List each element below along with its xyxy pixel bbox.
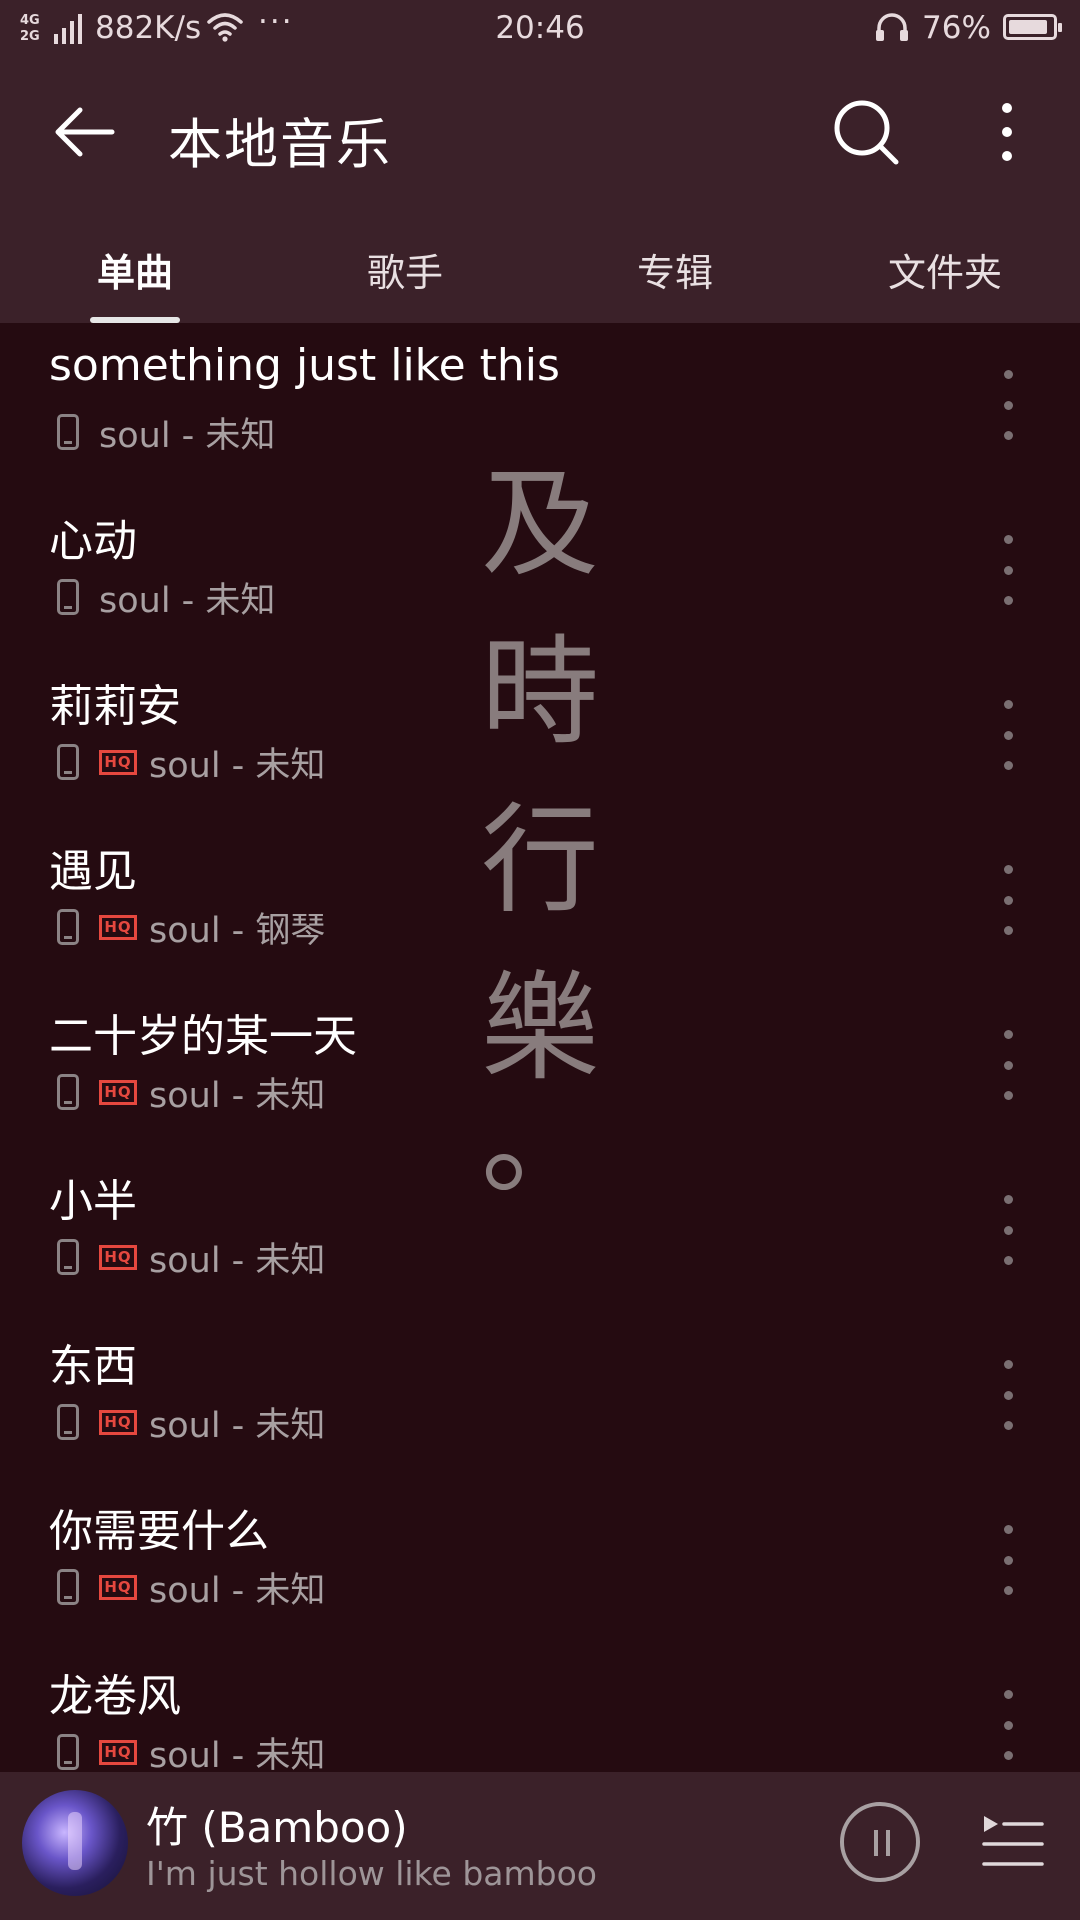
playlist-icon[interactable] xyxy=(982,1812,1044,1872)
phone-storage-icon xyxy=(57,414,79,450)
pause-icon[interactable] xyxy=(840,1802,920,1882)
battery-icon xyxy=(1003,14,1062,40)
song-more-icon[interactable] xyxy=(990,1195,1026,1265)
back-arrow-icon[interactable] xyxy=(48,96,120,168)
tab-bar: 单曲 歌手 专辑 文件夹 xyxy=(0,222,1080,323)
song-more-icon[interactable] xyxy=(990,370,1026,440)
song-title: 你需要什么 xyxy=(49,1506,269,1557)
song-row[interactable]: 心动 soul - 未知 xyxy=(0,495,1080,660)
song-title: 二十岁的某一天 xyxy=(49,1011,357,1062)
hq-badge-icon: HQ xyxy=(99,1574,137,1600)
song-artist-album: soul - 未知 xyxy=(149,1240,326,1281)
phone-storage-icon xyxy=(57,1074,79,1110)
clock: 20:46 xyxy=(495,10,585,46)
song-artist-album: soul - 未知 xyxy=(149,1735,326,1773)
song-row[interactable]: 莉莉安 HQ soul - 未知 xyxy=(0,660,1080,825)
song-row[interactable]: 二十岁的某一天 HQ soul - 未知 xyxy=(0,990,1080,1155)
song-artist-album: soul - 未知 xyxy=(149,1405,326,1446)
song-title: 东西 xyxy=(49,1341,137,1392)
song-row[interactable]: something just like this soul - 未知 xyxy=(0,330,1080,495)
song-artist-album: soul - 未知 xyxy=(149,745,326,786)
battery-percentage: 76% xyxy=(922,10,991,46)
song-meta: HQ soul - 未知 xyxy=(57,1730,325,1772)
now-playing-title: 竹 (Bamboo) xyxy=(146,1803,408,1852)
status-bar: 4G 2G 882K/s ··· 20:46 76% xyxy=(0,0,1080,60)
song-artist-album: soul - 未知 xyxy=(149,1570,326,1611)
song-meta: HQ soul - 未知 xyxy=(57,1070,325,1116)
song-title: 心动 xyxy=(49,516,137,567)
hq-badge-icon: HQ xyxy=(99,749,137,775)
song-meta: soul - 未知 xyxy=(57,575,275,621)
hq-badge-icon: HQ xyxy=(99,914,137,940)
song-meta: HQ soul - 未知 xyxy=(57,1565,325,1611)
song-meta: soul - 未知 xyxy=(57,410,275,456)
hq-badge-icon: HQ xyxy=(99,1739,137,1765)
phone-storage-icon xyxy=(57,909,79,945)
song-artist-album: soul - 未知 xyxy=(99,415,276,456)
song-title: 遇见 xyxy=(49,846,137,897)
hq-badge-icon: HQ xyxy=(99,1409,137,1435)
song-row[interactable]: 小半 HQ soul - 未知 xyxy=(0,1155,1080,1320)
song-more-icon[interactable] xyxy=(990,865,1026,935)
phone-storage-icon xyxy=(57,579,79,615)
tab-folders[interactable]: 文件夹 xyxy=(845,242,1045,297)
more-vertical-icon[interactable] xyxy=(982,96,1032,168)
phone-storage-icon xyxy=(57,1734,79,1770)
tab-artists[interactable]: 歌手 xyxy=(305,242,505,297)
song-artist-album: soul - 钢琴 xyxy=(149,910,326,951)
song-artist-album: soul - 未知 xyxy=(149,1075,326,1116)
active-tab-indicator xyxy=(90,317,180,323)
now-playing-bar[interactable]: 竹 (Bamboo) I'm just hollow like bamboo xyxy=(0,1772,1080,1920)
song-more-icon[interactable] xyxy=(990,535,1026,605)
song-more-icon[interactable] xyxy=(990,1690,1026,1760)
song-artist-album: soul - 未知 xyxy=(99,580,276,621)
song-more-icon[interactable] xyxy=(990,1360,1026,1430)
song-title: 小半 xyxy=(49,1176,137,1227)
phone-storage-icon xyxy=(57,1404,79,1440)
song-title: 莉莉安 xyxy=(49,681,181,732)
tab-songs[interactable]: 单曲 xyxy=(35,242,235,297)
song-row[interactable]: 龙卷风 HQ soul - 未知 xyxy=(0,1650,1080,1772)
phone-storage-icon xyxy=(57,1239,79,1275)
song-title: 龙卷风 xyxy=(49,1671,181,1722)
song-more-icon[interactable] xyxy=(990,1030,1026,1100)
hq-badge-icon: HQ xyxy=(99,1079,137,1105)
hq-badge-icon: HQ xyxy=(99,1244,137,1270)
phone-storage-icon xyxy=(57,744,79,780)
search-icon[interactable] xyxy=(830,96,902,168)
phone-storage-icon xyxy=(57,1569,79,1605)
song-row[interactable]: 遇见 HQ soul - 钢琴 xyxy=(0,825,1080,990)
song-row[interactable]: 东西 HQ soul - 未知 xyxy=(0,1320,1080,1485)
song-meta: HQ soul - 钢琴 xyxy=(57,905,325,951)
song-meta: HQ soul - 未知 xyxy=(57,1400,325,1446)
album-art[interactable] xyxy=(22,1790,128,1896)
song-meta: HQ soul - 未知 xyxy=(57,740,325,786)
now-playing-lyric: I'm just hollow like bamboo xyxy=(146,1854,597,1893)
headset-icon xyxy=(876,13,908,41)
song-list: something just like this soul - 未知 心动 so… xyxy=(0,330,1080,1772)
song-row[interactable]: 你需要什么 HQ soul - 未知 xyxy=(0,1485,1080,1650)
song-more-icon[interactable] xyxy=(990,700,1026,770)
page-title: 本地音乐 xyxy=(168,113,392,176)
song-title: something just like this xyxy=(49,340,560,391)
tab-albums[interactable]: 专辑 xyxy=(575,242,775,297)
song-meta: HQ soul - 未知 xyxy=(57,1235,325,1281)
song-more-icon[interactable] xyxy=(990,1525,1026,1595)
